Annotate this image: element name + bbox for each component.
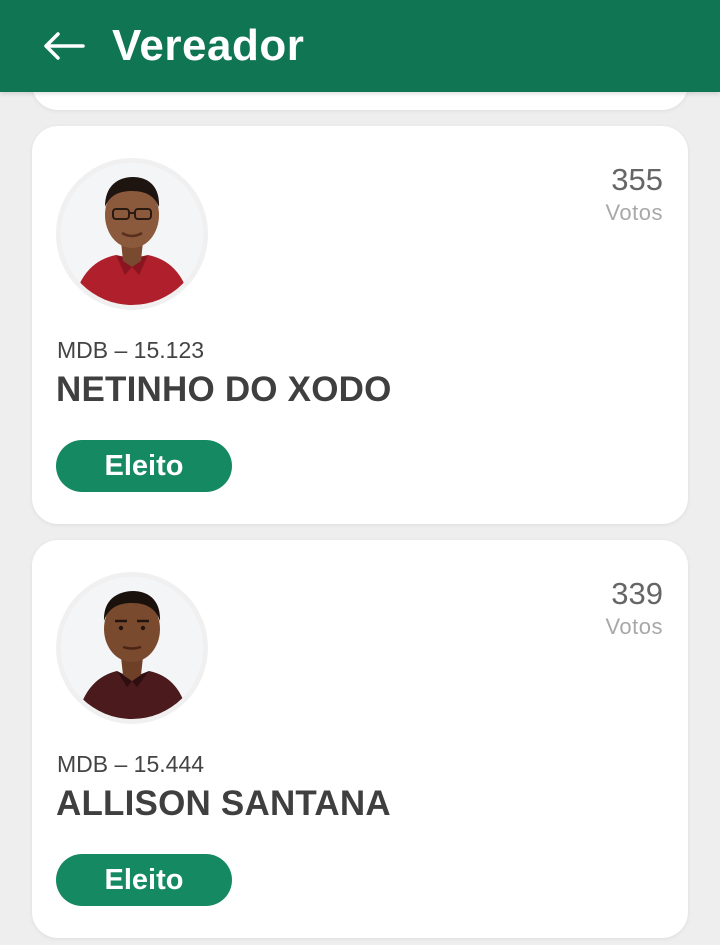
status-badge[interactable]: Eleito xyxy=(56,440,232,492)
arrow-left-icon xyxy=(44,32,85,60)
vote-count-label: Votos xyxy=(605,614,663,639)
back-button[interactable] xyxy=(34,16,94,76)
candidate-name: NETINHO DO XODO xyxy=(56,370,392,409)
candidate-card[interactable]: 355 Votos MDB – 15.123 NETINHO DO XODO E… xyxy=(32,126,688,524)
candidate-photo xyxy=(56,572,208,724)
vote-count-number: 339 xyxy=(611,576,663,611)
vote-count-number: 355 xyxy=(611,162,663,197)
candidate-card[interactable]: 339 Votos MDB – 15.444 ALLISON SANTANA E… xyxy=(32,540,688,938)
candidate-name: ALLISON SANTANA xyxy=(56,784,391,823)
app-screen: 355 Votos MDB – 15.123 NETINHO DO XODO E… xyxy=(0,0,720,945)
vote-count-label: Votos xyxy=(605,200,663,225)
status-badge[interactable]: Eleito xyxy=(56,854,232,906)
candidate-photo-image xyxy=(61,163,203,305)
candidate-photo-image xyxy=(61,577,203,719)
candidate-list[interactable]: 355 Votos MDB – 15.123 NETINHO DO XODO E… xyxy=(0,0,720,945)
candidate-party-number: MDB – 15.444 xyxy=(57,751,205,777)
page-title: Vereador xyxy=(112,21,305,70)
vote-count: 355 Votos xyxy=(605,162,663,228)
candidate-party-number: MDB – 15.123 xyxy=(57,337,205,363)
vote-count: 339 Votos xyxy=(605,576,663,642)
candidate-photo xyxy=(56,158,208,310)
app-bar: Vereador xyxy=(0,0,720,92)
